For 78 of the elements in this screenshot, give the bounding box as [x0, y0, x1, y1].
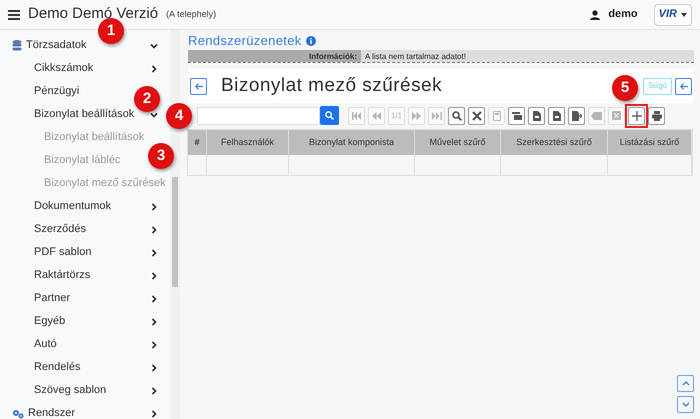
- sidebar-item[interactable]: Szerződés: [34, 221, 86, 238]
- info-label: Információk:: [188, 50, 361, 62]
- sidebar-item[interactable]: Rendszer: [28, 405, 76, 419]
- sidebar-item[interactable]: Raktártörzs: [34, 267, 90, 284]
- scroll-down-button[interactable]: [677, 396, 694, 413]
- page-title: Bizonylat mező szűrések: [221, 74, 442, 98]
- chevron-down-icon: [150, 42, 158, 50]
- plus-icon: [632, 110, 642, 120]
- search-button[interactable]: [320, 106, 339, 125]
- database-icon: [12, 40, 22, 51]
- document-icon: [552, 110, 560, 120]
- sidebar-item[interactable]: Partner: [34, 290, 70, 307]
- menu-icon[interactable]: [8, 10, 20, 20]
- column-header: Művelet szűrő: [415, 130, 501, 155]
- column-header: Szerkesztési szűrő: [501, 130, 608, 155]
- chevron-down-icon: [682, 402, 690, 407]
- document-icon: [532, 110, 540, 120]
- chevron-up-icon: [682, 381, 690, 386]
- scroll-up-button[interactable]: [677, 375, 694, 392]
- info-message: A lista nem tartalmaz adatot!: [361, 50, 694, 62]
- sidebar-item[interactable]: Cikkszámok: [34, 60, 94, 77]
- chevron-right-icon: [150, 64, 158, 72]
- file-export-icon: [572, 110, 582, 120]
- caret-icon: [681, 12, 687, 16]
- sidebar-item[interactable]: Autó: [34, 336, 57, 353]
- chevron-right-icon: [150, 386, 158, 394]
- layers-icon: [512, 110, 522, 120]
- fast-forward-icon: [412, 112, 421, 120]
- backspace-icon: [591, 112, 602, 120]
- sidebar-item[interactable]: Szöveg sablon: [34, 382, 106, 399]
- printer-icon: [652, 110, 662, 120]
- toolbar-button[interactable]: [448, 106, 465, 124]
- rewind-icon: [372, 112, 381, 120]
- chevron-right-icon: [150, 340, 158, 348]
- sidebar-item[interactable]: Törzsadatok: [26, 37, 87, 54]
- column-header: Listázási szűrő: [608, 130, 692, 155]
- toolbar-button[interactable]: [548, 106, 565, 124]
- toolbar-button[interactable]: [508, 106, 525, 124]
- chevron-right-icon: [150, 248, 158, 256]
- chevron-right-icon: [150, 364, 158, 372]
- sidebar-item[interactable]: Egyéb: [34, 313, 66, 330]
- user-icon: [590, 10, 600, 20]
- skip-first-icon: [352, 112, 362, 120]
- chevron-right-icon: [150, 272, 158, 280]
- toolbar-button[interactable]: [568, 106, 585, 124]
- arrow-left-icon: [680, 82, 688, 90]
- chevron-right-icon: [150, 410, 158, 418]
- search-icon: [325, 111, 334, 120]
- toolbar-button[interactable]: [468, 106, 485, 124]
- chevron-right-icon: [150, 226, 158, 234]
- sidebar-item[interactable]: PDF sablon: [34, 244, 92, 261]
- search-field[interactable]: [197, 106, 320, 124]
- toolbar-button[interactable]: [528, 106, 545, 124]
- column-header: Bizonylat komponista: [289, 130, 415, 155]
- skip-last-icon: [432, 112, 442, 120]
- arrow-left-icon: [194, 82, 202, 90]
- site-label: (A telephely): [166, 8, 216, 21]
- sidebar-item[interactable]: Rendelés: [34, 359, 80, 376]
- close-icon: [612, 111, 621, 120]
- info-icon: [306, 36, 316, 46]
- column-header: #: [188, 130, 207, 155]
- chevron-right-icon: [150, 202, 158, 210]
- callout-badge: 4: [166, 103, 192, 129]
- messages-title: Rendszerüzenetek: [188, 32, 302, 50]
- sidebar-item[interactable]: Bizonylat beállítások: [34, 106, 134, 123]
- chevron-right-icon: [150, 294, 158, 302]
- back-button[interactable]: [190, 78, 207, 94]
- logo-menu[interactable]: VIR: [654, 4, 692, 26]
- calculator-icon: [492, 110, 500, 120]
- back-button[interactable]: [675, 78, 692, 94]
- sidebar-item[interactable]: Dokumentumok: [34, 198, 112, 215]
- chevron-right-icon: [150, 318, 158, 326]
- sidebar-item[interactable]: Pénzügyi: [34, 83, 80, 100]
- search-icon: [452, 110, 462, 120]
- user-name[interactable]: demo: [608, 6, 638, 23]
- chevron-down-icon: [150, 110, 158, 118]
- column-header: Felhasználók: [207, 130, 289, 155]
- toolbar-button[interactable]: [648, 106, 665, 124]
